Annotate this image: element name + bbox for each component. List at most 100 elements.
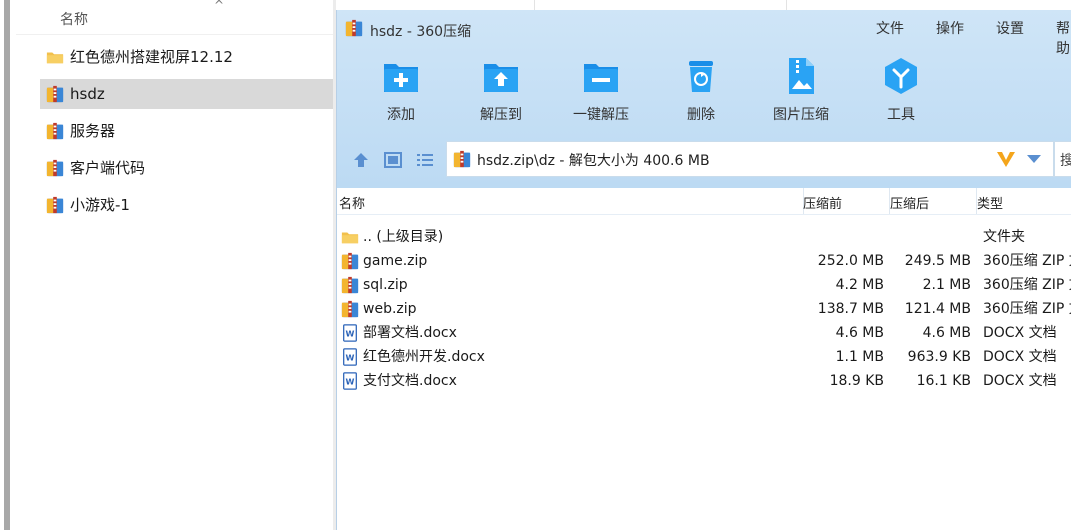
name-column-header[interactable]: 名称 (60, 9, 88, 29)
file-name: 支付文档.docx (363, 373, 457, 389)
extract-to-label: 解压到 (480, 107, 522, 123)
explorer-item-label: hsdz (70, 85, 105, 103)
one-click-extract-label: 一键解压 (573, 107, 629, 123)
zip-archive-icon (45, 159, 65, 177)
word-doc-icon (341, 372, 359, 390)
file-list: 名称 压缩前 压缩后 类型 .. (上级目录) 文件夹 game.zip 252… (337, 188, 1071, 530)
zip-archive-icon (45, 122, 65, 140)
size-before: 1.1 MB (835, 349, 884, 365)
extract-to-icon (484, 64, 518, 92)
zip-archive-icon (45, 196, 65, 214)
address-bar[interactable]: hsdz.zip\dz - 解包大小为 400.6 MB (446, 141, 1054, 177)
chevron-up-icon[interactable]: ^ (214, 0, 224, 12)
zip-archive-icon (341, 276, 359, 294)
image-compress-icon (789, 58, 814, 94)
file-row[interactable]: sql.zip 4.2 MB 2.1 MB 360压缩 ZIP 文 (337, 273, 1071, 297)
explorer-item-label: 红色德州搭建视屏12.12 (70, 48, 233, 66)
file-name: web.zip (363, 301, 417, 317)
explorer-item-selected[interactable]: hsdz (40, 79, 334, 109)
file-row[interactable]: game.zip 252.0 MB 249.5 MB 360压缩 ZIP 文 (337, 249, 1071, 273)
one-click-extract-button[interactable]: 一键解压 (551, 56, 651, 126)
menu-file[interactable]: 文件 (876, 18, 904, 38)
folder-icon (45, 48, 65, 66)
explorer-item[interactable]: 服务器 (40, 116, 334, 146)
file-name: 红色德州开发.docx (363, 349, 485, 365)
tools-button[interactable]: 工具 (851, 56, 951, 126)
size-after: 121.4 MB (904, 301, 971, 317)
explorer-item[interactable]: 客户端代码 (40, 153, 334, 183)
search-label: 搜 (1060, 150, 1071, 170)
file-type: DOCX 文档 (983, 373, 1057, 389)
explorer-scrollbar[interactable] (4, 0, 10, 530)
image-compress-button[interactable]: 图片压缩 (751, 56, 851, 126)
explorer-item-label: 小游戏-1 (70, 196, 130, 214)
zip-archive-icon (341, 252, 359, 270)
delete-icon (689, 61, 713, 92)
menu-settings[interactable]: 设置 (996, 18, 1024, 38)
column-before[interactable]: 压缩前 (803, 193, 842, 212)
word-doc-icon (341, 348, 359, 366)
explorer-item[interactable]: 小游戏-1 (40, 190, 334, 220)
file-type: 360压缩 ZIP 文 (983, 253, 1071, 269)
size-after: 963.9 KB (907, 349, 971, 365)
zip-archive-icon (341, 300, 359, 318)
column-separator (786, 0, 787, 10)
file-list-header: 名称 压缩前 压缩后 类型 (337, 188, 1071, 215)
explorer-item[interactable]: 红色德州搭建视屏12.12 (40, 42, 334, 72)
file-type: 文件夹 (983, 229, 1025, 245)
thumbnail-view-icon[interactable] (383, 150, 403, 170)
file-row[interactable]: 支付文档.docx 18.9 KB 16.1 KB DOCX 文档 (337, 369, 1071, 393)
zip-archive-icon (45, 85, 65, 103)
menu-help[interactable]: 帮助 (1056, 18, 1071, 58)
delete-label: 删除 (687, 107, 715, 123)
explorer-item-label: 客户端代码 (70, 159, 146, 177)
size-before: 4.2 MB (835, 277, 884, 293)
add-button[interactable]: 添加 (351, 56, 451, 126)
list-view-icon[interactable] (415, 150, 435, 170)
size-before: 18.9 KB (829, 373, 884, 389)
zip-archive-icon (453, 150, 471, 168)
tools-icon (885, 58, 917, 94)
add-label: 添加 (387, 107, 415, 123)
column-separator (534, 0, 535, 10)
file-name: .. (上级目录) (363, 229, 444, 245)
folder-icon (341, 228, 359, 246)
file-row[interactable]: .. (上级目录) 文件夹 (337, 225, 1071, 249)
word-doc-icon (341, 324, 359, 342)
search-input[interactable]: 搜 (1054, 141, 1071, 177)
image-compress-label: 图片压缩 (773, 107, 829, 123)
size-after: 2.1 MB (922, 277, 971, 293)
size-after: 4.6 MB (922, 325, 971, 341)
file-name: 部署文档.docx (363, 325, 457, 341)
file-type: 360压缩 ZIP 文 (983, 301, 1071, 317)
column-type[interactable]: 类型 (977, 193, 1003, 212)
vip-v-icon[interactable] (995, 148, 1017, 170)
zip-archive-icon (345, 19, 363, 37)
explorer-item-label: 服务器 (70, 122, 116, 140)
add-icon (384, 64, 418, 92)
size-before: 4.6 MB (835, 325, 884, 341)
up-arrow-icon[interactable] (351, 150, 371, 170)
tools-label: 工具 (887, 107, 915, 123)
extract-to-button[interactable]: 解压到 (451, 56, 551, 126)
file-type: DOCX 文档 (983, 349, 1057, 365)
column-after[interactable]: 压缩后 (890, 193, 929, 212)
size-before: 252.0 MB (817, 253, 884, 269)
address-path: hsdz.zip\dz - 解包大小为 400.6 MB (477, 153, 710, 169)
size-before: 138.7 MB (817, 301, 884, 317)
size-after: 249.5 MB (904, 253, 971, 269)
file-row[interactable]: web.zip 138.7 MB 121.4 MB 360压缩 ZIP 文 (337, 297, 1071, 321)
one-click-extract-icon (584, 64, 618, 92)
dropdown-arrow-icon[interactable] (1027, 155, 1041, 163)
delete-button[interactable]: 删除 (651, 56, 751, 126)
file-row[interactable]: 红色德州开发.docx 1.1 MB 963.9 KB DOCX 文档 (337, 345, 1071, 369)
window-title: hsdz - 360压缩 (370, 24, 472, 40)
zip-toolbar-area: hsdz - 360压缩 文件 操作 设置 帮助 添加 解压到 一键解压 删除 … (337, 10, 1071, 188)
file-row[interactable]: 部署文档.docx 4.6 MB 4.6 MB DOCX 文档 (337, 321, 1071, 345)
size-after: 16.1 KB (916, 373, 971, 389)
column-name[interactable]: 名称 (339, 193, 365, 212)
file-type: DOCX 文档 (983, 325, 1057, 341)
menu-operate[interactable]: 操作 (936, 18, 964, 38)
file-type: 360压缩 ZIP 文 (983, 277, 1071, 293)
file-name: game.zip (363, 253, 428, 269)
